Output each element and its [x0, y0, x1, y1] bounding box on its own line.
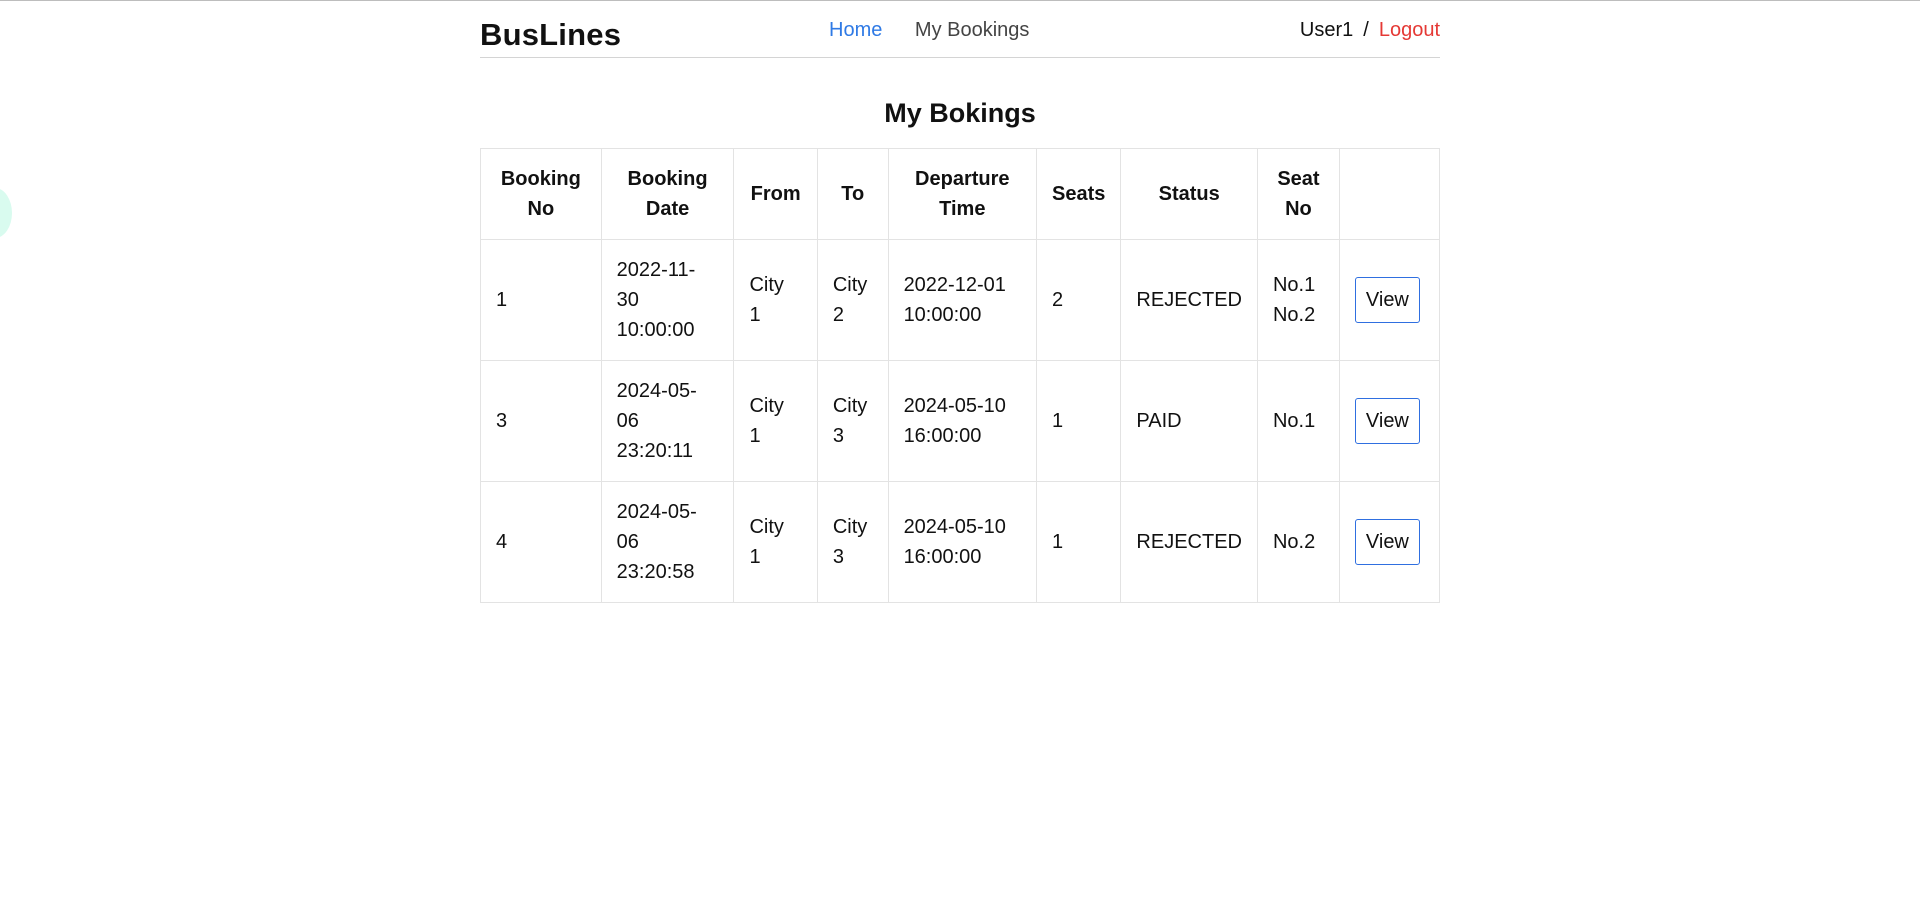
cell-status: PAID: [1120, 360, 1258, 482]
cell-booking-no: 4: [480, 481, 602, 603]
table-row: 4 2024-05- 06 23:20:58 City 1 City 3 202…: [480, 481, 1441, 603]
user-separator: /: [1363, 19, 1369, 41]
bookings-table: Booking No Booking Date From To Departur…: [480, 148, 1441, 603]
user-area: User1 / Logout: [1300, 19, 1440, 42]
header-booking-date: Booking Date: [600, 148, 735, 240]
nav-link-my-bookings[interactable]: My Bookings: [915, 19, 1030, 41]
cell-seats: 2: [1036, 239, 1122, 361]
user-name: User1: [1299, 19, 1354, 41]
header-from: From: [733, 148, 818, 240]
view-booking-button[interactable]: View: [1354, 398, 1420, 444]
cell-booking-date: 2024-05- 06 23:20:58: [600, 481, 735, 603]
navbar: BusLines Home My Bookings User1 / Logout: [480, 0, 1440, 58]
cell-seats: 1: [1036, 481, 1122, 603]
header-booking-no: Booking No: [480, 148, 602, 240]
cell-seat-no: No.1: [1256, 360, 1340, 482]
cell-departure-time: 2024-05-10 16:00:00: [887, 360, 1038, 482]
page-container: BusLines Home My Bookings User1 / Logout M…: [480, 0, 1441, 603]
brand-logo[interactable]: BusLines: [480, 17, 621, 53]
header-action: [1338, 148, 1441, 240]
header-to: To: [816, 148, 889, 240]
cell-status: REJECTED: [1120, 481, 1258, 603]
cell-status: REJECTED: [1120, 239, 1258, 361]
nav-link-home[interactable]: Home: [829, 19, 882, 41]
header-status: Status: [1120, 148, 1258, 240]
table-row: 1 2022-11- 30 10:00:00 City 1 City 2 202…: [480, 239, 1441, 361]
cell-from: City 1: [733, 360, 818, 482]
view-booking-button[interactable]: View: [1354, 519, 1420, 565]
logout-link[interactable]: Logout: [1379, 19, 1440, 41]
cell-action: View: [1338, 360, 1441, 482]
cell-seat-no: No.2: [1256, 481, 1340, 603]
cell-departure-time: 2022-12-01 10:00:00: [887, 239, 1038, 361]
cell-departure-time: 2024-05-10 16:00:00: [887, 481, 1038, 603]
cell-action: View: [1338, 481, 1441, 603]
floating-widget-handle[interactable]: [0, 188, 12, 238]
page-title: My Bokings: [884, 98, 1036, 128]
cell-booking-date: 2022-11- 30 10:00:00: [600, 239, 735, 361]
cell-to: City 2: [816, 239, 889, 361]
cell-booking-date: 2024-05- 06 23:20:11: [600, 360, 735, 482]
cell-from: City 1: [733, 239, 818, 361]
cell-to: City 3: [816, 481, 889, 603]
table-header-row: Booking No Booking Date From To Departur…: [480, 148, 1441, 240]
cell-from: City 1: [733, 481, 818, 603]
header-seat-no: Seat No: [1256, 148, 1340, 240]
cell-to: City 3: [816, 360, 889, 482]
header-seats: Seats: [1036, 148, 1122, 240]
nav-links: Home My Bookings: [829, 19, 1056, 42]
cell-action: View: [1338, 239, 1441, 361]
table-row: 3 2024-05- 06 23:20:11 City 1 City 3 202…: [480, 360, 1441, 482]
header-departure-time: Departure Time: [887, 148, 1038, 240]
cell-seat-no: No.1 No.2: [1256, 239, 1340, 361]
cell-seats: 1: [1036, 360, 1122, 482]
view-booking-button[interactable]: View: [1354, 277, 1420, 323]
cell-booking-no: 1: [480, 239, 602, 361]
cell-booking-no: 3: [480, 360, 602, 482]
